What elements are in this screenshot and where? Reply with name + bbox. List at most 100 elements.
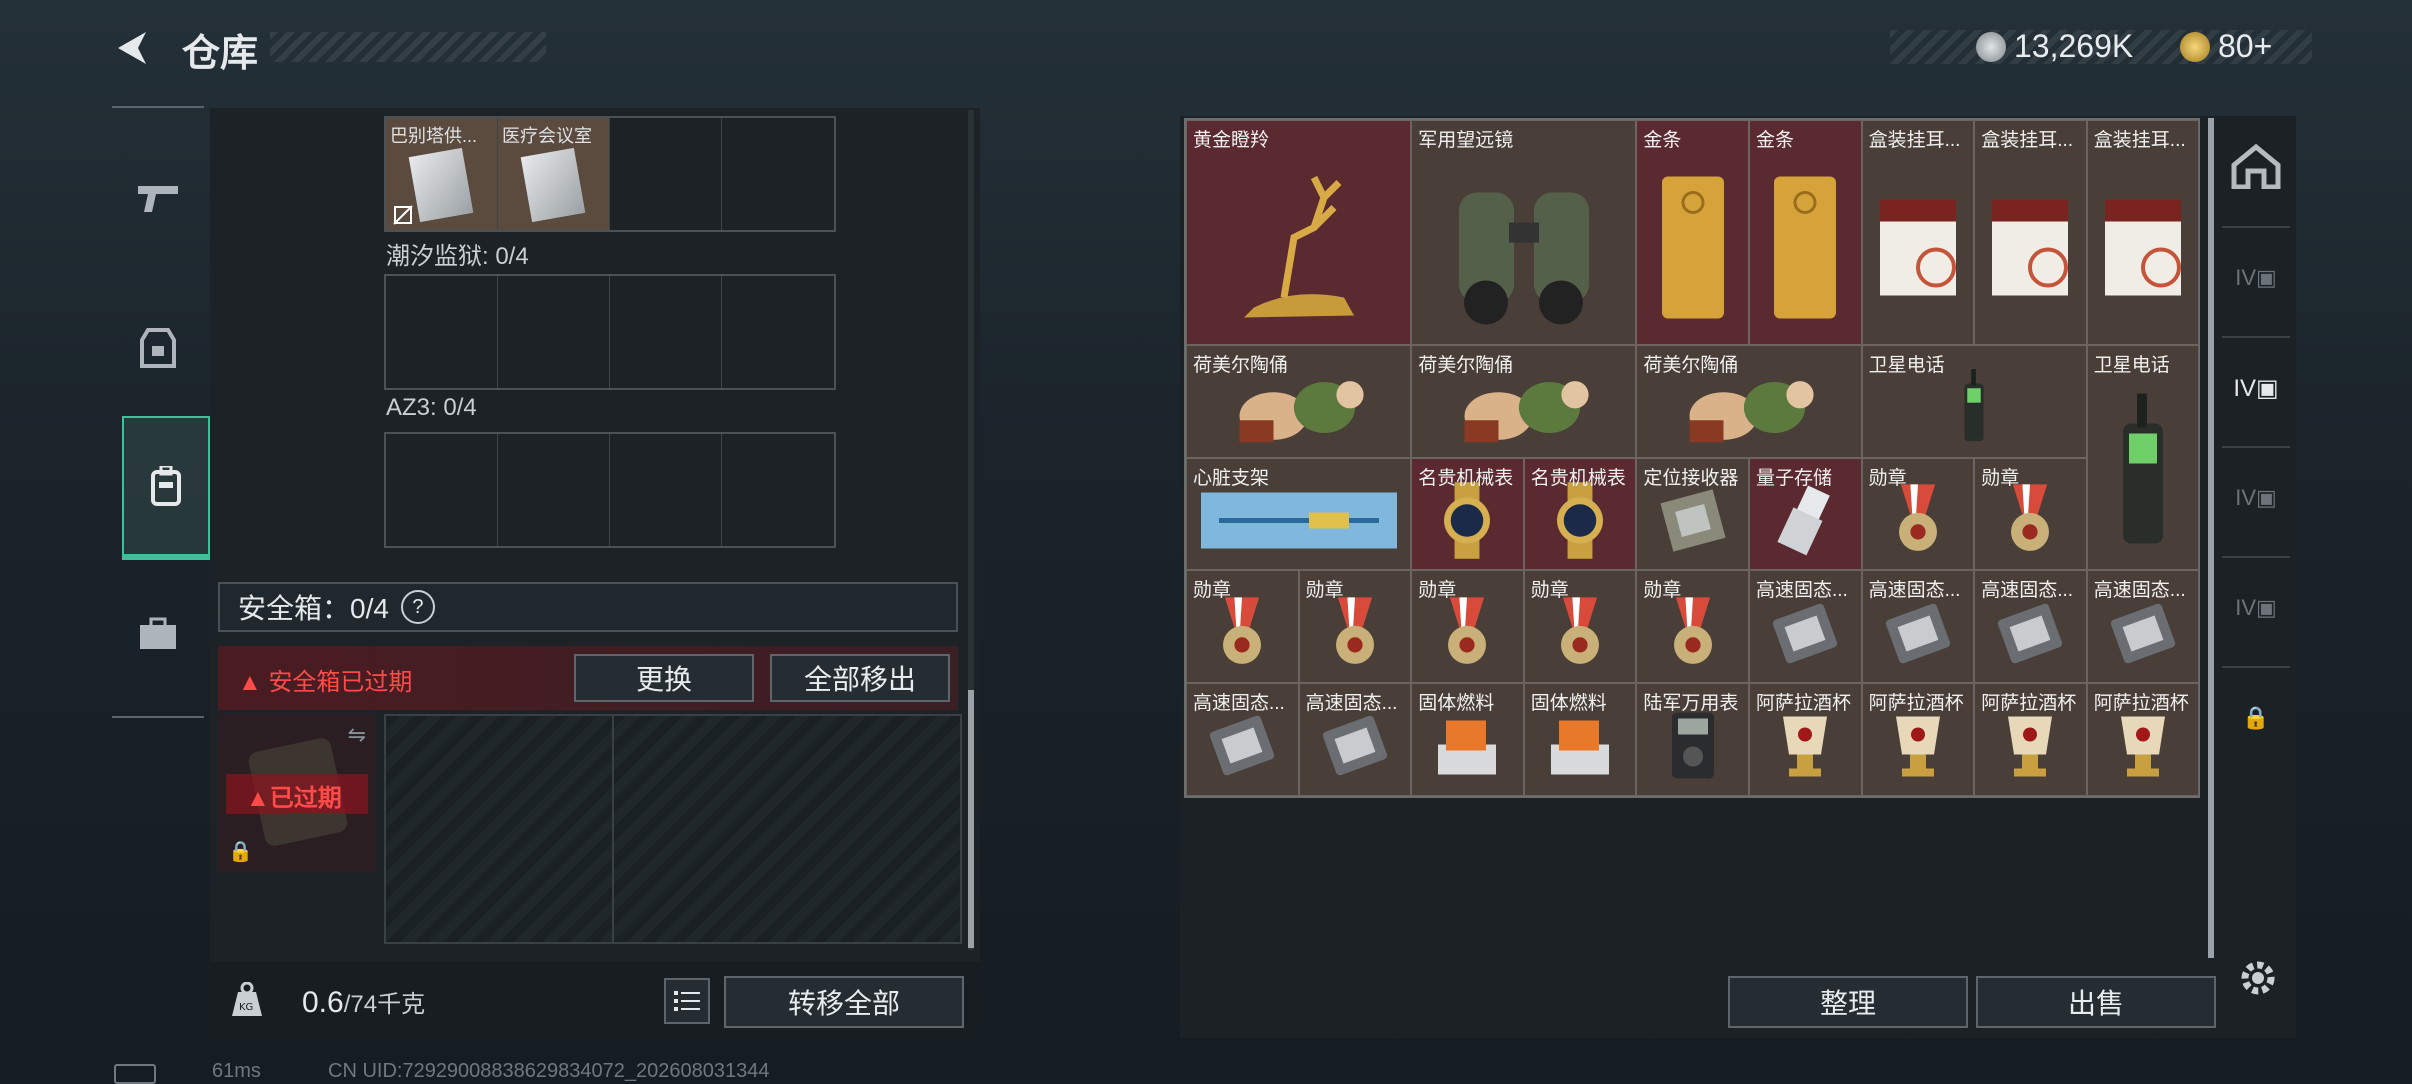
- empty-slot[interactable]: [498, 276, 610, 388]
- stash-item[interactable]: 荷美尔陶俑: [1186, 345, 1412, 458]
- stash-item[interactable]: 卫星电话: [1861, 345, 2087, 458]
- currency-gold[interactable]: 80+: [2180, 28, 2272, 65]
- item-name: 高速固态...: [1981, 580, 2074, 602]
- stash-item[interactable]: 勋章: [1411, 570, 1524, 683]
- medal-icon: [2002, 482, 2059, 564]
- ssd-icon: [1883, 598, 1953, 673]
- stash-item[interactable]: 高速固态...: [1749, 570, 1862, 683]
- battery-icon: [114, 1064, 156, 1084]
- help-icon[interactable]: ?: [400, 590, 435, 624]
- stash-item[interactable]: 高速固态...: [1298, 683, 1412, 796]
- stash-item[interactable]: 阿萨拉酒杯: [1749, 683, 1862, 796]
- empty-slot[interactable]: [386, 434, 498, 546]
- move-all-out-button[interactable]: 全部移出: [770, 654, 950, 702]
- stash-item[interactable]: 勋章: [1186, 570, 1299, 683]
- stash-item[interactable]: 荷美尔陶俑: [1411, 345, 1637, 458]
- stash-item[interactable]: 名贵机械表: [1523, 457, 1637, 571]
- stash-item[interactable]: 阿萨拉酒杯: [1861, 683, 1975, 796]
- sort-button[interactable]: 整理: [1728, 976, 1968, 1028]
- right-scrollbar[interactable]: [2208, 118, 2214, 958]
- stash-item[interactable]: 勋章: [1298, 570, 1412, 683]
- cup-icon: [2113, 711, 2173, 786]
- stash-item[interactable]: 阿萨拉酒杯: [2086, 683, 2200, 796]
- stash-item[interactable]: 勋章: [1523, 570, 1637, 683]
- stash-item[interactable]: 卫星电话: [2086, 345, 2200, 571]
- stash-item[interactable]: 固体燃料: [1523, 683, 1637, 796]
- gold-bar-icon: [1770, 173, 1840, 328]
- empty-slot[interactable]: [610, 118, 722, 230]
- stash-item[interactable]: 高速固态...: [1974, 570, 2087, 683]
- empty-slot[interactable]: [610, 434, 722, 546]
- stash-item[interactable]: 黄金瞪羚: [1186, 120, 1412, 346]
- stash-item[interactable]: 定位接收器: [1636, 457, 1749, 571]
- stash-item[interactable]: 固体燃料: [1411, 683, 1524, 796]
- stash-home-tab[interactable]: [2222, 116, 2290, 216]
- back-arrow-icon[interactable]: [112, 28, 152, 68]
- swap-icon[interactable]: ⇋: [348, 722, 366, 748]
- stash-item[interactable]: 勋章: [1861, 457, 1975, 571]
- stash-item[interactable]: 金条: [1636, 120, 1749, 346]
- item-name: 金条: [1756, 130, 1795, 151]
- safebox-grid[interactable]: [384, 714, 962, 944]
- tab-tools[interactable]: [112, 564, 204, 704]
- stash-item[interactable]: 盒装挂耳...: [1861, 120, 1975, 346]
- item-name: 勋章: [1530, 580, 1569, 602]
- stash-item[interactable]: 勋章: [1974, 457, 2087, 571]
- stash-item[interactable]: 心脏支架: [1186, 457, 1412, 571]
- no-sync-icon: [393, 205, 413, 225]
- list-view-button[interactable]: [664, 978, 710, 1024]
- stash-item[interactable]: 金条: [1749, 120, 1862, 346]
- ssd-icon: [1207, 711, 1277, 786]
- stash-item[interactable]: 陆军万用表: [1636, 683, 1749, 796]
- empty-slot[interactable]: [722, 118, 834, 230]
- tab-armor[interactable]: [112, 278, 204, 418]
- cup-icon: [2000, 711, 2060, 786]
- stash-item[interactable]: 荷美尔陶俑: [1636, 345, 1862, 458]
- cup-icon: [1888, 711, 1948, 786]
- item-name: 勋章: [1868, 467, 1907, 489]
- coffee-box-icon: [1878, 198, 1958, 303]
- expired-warning: ▲ 安全箱已过期: [238, 669, 413, 696]
- empty-slot[interactable]: [722, 434, 834, 546]
- stash-item[interactable]: 军用望远镜: [1411, 120, 1637, 346]
- stash-item[interactable]: 名贵机械表: [1411, 457, 1524, 571]
- stash-item[interactable]: 盒装挂耳...: [1974, 120, 2087, 346]
- vest-icon: [140, 328, 176, 368]
- item-name: 勋章: [1305, 580, 1344, 602]
- empty-slot[interactable]: [722, 276, 834, 388]
- stash-item[interactable]: 盒装挂耳...: [2086, 120, 2200, 346]
- stash-page-tab[interactable]: IV▣: [2222, 226, 2290, 328]
- item-name: 盒装挂耳...: [1981, 130, 2074, 151]
- stash-item[interactable]: 阿萨拉酒杯: [1974, 683, 2087, 796]
- stash-page-tab-active[interactable]: IV▣: [2222, 336, 2290, 438]
- stash-item[interactable]: 勋章: [1636, 570, 1749, 683]
- figurine-icon: [1672, 369, 1825, 451]
- tab-weapons[interactable]: [112, 128, 204, 268]
- medal-icon: [1439, 595, 1496, 677]
- stash-page-tab[interactable]: IV▣: [2222, 556, 2290, 658]
- case-expired-label: ▲已过期: [246, 785, 342, 812]
- sell-button[interactable]: 出售: [1976, 976, 2216, 1028]
- stash-page-tab[interactable]: IV▣: [2222, 446, 2290, 548]
- stash-item[interactable]: 高速固态...: [2086, 570, 2200, 683]
- stash-item[interactable]: 量子存储: [1749, 457, 1862, 571]
- inventory-item[interactable]: 医疗会议室: [498, 118, 610, 230]
- item-name: 黄金瞪羚: [1193, 130, 1270, 151]
- transfer-all-button[interactable]: 转移全部: [724, 976, 964, 1028]
- empty-slot[interactable]: [498, 434, 610, 546]
- empty-slot[interactable]: [610, 276, 722, 388]
- settings-gear-icon[interactable]: [2236, 956, 2280, 1005]
- left-scrollbar-thumb[interactable]: [968, 690, 974, 948]
- medal-icon: [1889, 482, 1946, 564]
- stash-page-icon: IV▣: [2233, 374, 2279, 402]
- tab-backpack[interactable]: [122, 416, 210, 560]
- replace-button[interactable]: 更换: [574, 654, 754, 702]
- empty-slot[interactable]: [386, 276, 498, 388]
- stash-item[interactable]: 高速固态...: [1186, 683, 1299, 796]
- item-name: 固体燃料: [1530, 693, 1607, 714]
- stash-item[interactable]: 高速固态...: [1861, 570, 1975, 683]
- inventory-item[interactable]: 巴别塔供...: [386, 118, 498, 230]
- stash-locked-tab[interactable]: 🔒: [2222, 666, 2290, 768]
- safebox-case[interactable]: ▲已过期 ⇋ 🔒: [218, 714, 376, 872]
- usb-icon: [1775, 485, 1835, 560]
